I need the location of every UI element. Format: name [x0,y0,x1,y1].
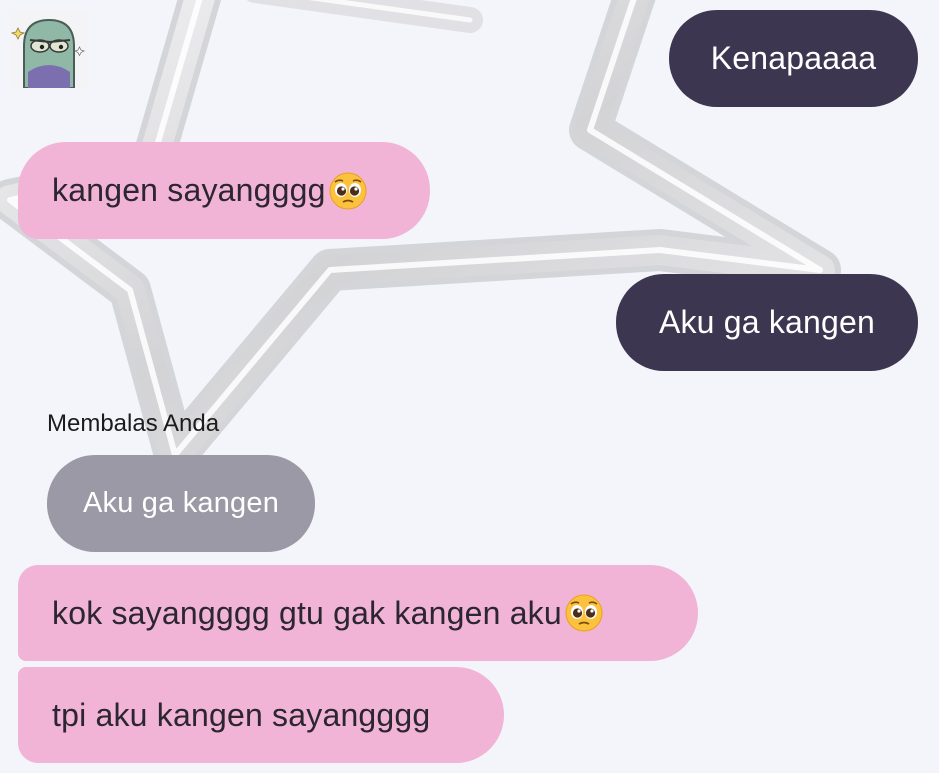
pleading-face-emoji-icon [328,171,368,211]
message-text: tpi aku kangen sayangggg [52,696,431,733]
message-outgoing[interactable]: Kenapaaaa [669,10,918,107]
chat-thread: Kenapaaaa kangen sayangggg Aku ga kangen… [0,0,939,773]
message-incoming[interactable]: tpi aku kangen sayangggg [18,667,504,763]
message-incoming[interactable]: kok sayangggg gtu gak kangen aku [18,565,698,661]
message-text: Aku ga kangen [658,304,876,340]
contact-avatar[interactable] [10,10,88,88]
message-incoming[interactable]: kangen sayangggg [18,142,430,239]
message-text: Kenapaaaa [710,40,877,76]
quoted-message[interactable]: Aku ga kangen [47,455,315,552]
reply-label: Membalas Anda [47,410,220,437]
pleading-face-emoji-icon [564,593,604,633]
message-text: kangen sayangggg [52,172,326,208]
cartoon-character-avatar-icon [10,10,88,88]
message-outgoing[interactable]: Aku ga kangen [616,274,918,371]
quoted-message-text: Aku ga kangen [82,487,280,519]
message-text: kok sayangggg gtu gak kangen aku [52,594,562,631]
